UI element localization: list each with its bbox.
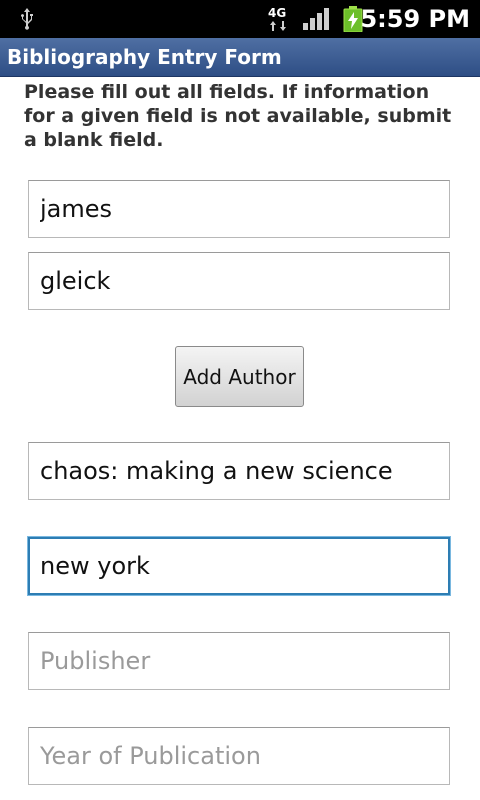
status-bar: 4G 5:59 PM: [0, 0, 480, 38]
clock: 5:59 PM: [360, 5, 470, 33]
4g-icon: 4G: [268, 6, 286, 31]
add-author-button[interactable]: Add Author: [175, 346, 304, 407]
title-bar: Bibliography Entry Form: [0, 38, 480, 77]
author-first-name-input[interactable]: [28, 180, 450, 238]
instructions-text: Please fill out all fields. If informati…: [24, 81, 452, 151]
publisher-input[interactable]: [28, 632, 450, 690]
year-of-publication-input[interactable]: [28, 727, 450, 785]
usb-icon: [21, 8, 33, 30]
city-input[interactable]: [28, 537, 450, 595]
network-label: 4G: [268, 6, 286, 20]
signal-icon: [303, 8, 329, 30]
author-last-name-input[interactable]: [28, 252, 450, 310]
page-title: Bibliography Entry Form: [7, 45, 282, 69]
title-input[interactable]: [28, 442, 450, 500]
